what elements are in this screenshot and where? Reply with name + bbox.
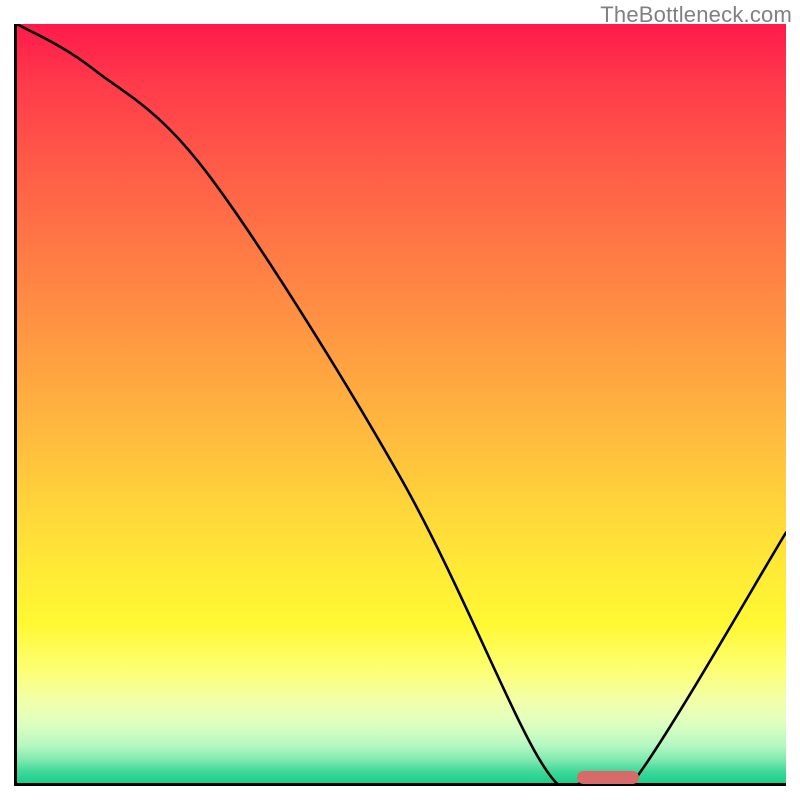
bottleneck-curve xyxy=(17,24,786,783)
optimal-marker xyxy=(577,771,639,784)
plot-area xyxy=(14,24,786,786)
chart-container: TheBottleneck.com xyxy=(0,0,800,800)
